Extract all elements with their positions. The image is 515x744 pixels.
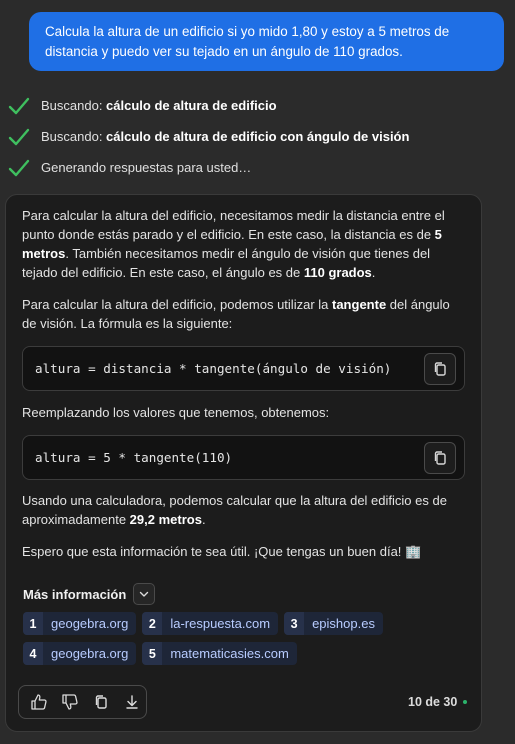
reference-link[interactable]: 5 matematicasies.com	[142, 642, 297, 665]
reference-link[interactable]: 2 la-respuesta.com	[142, 612, 279, 635]
dislike-button[interactable]	[56, 688, 83, 716]
copy-code-button[interactable]	[424, 353, 456, 385]
references-row: 1 geogebra.org 2 la-respuesta.com 3 epishop…	[23, 612, 473, 635]
export-button[interactable]	[119, 688, 146, 716]
copy-icon	[434, 451, 446, 465]
answer-paragraph-1: Para calcular la altura del edificio, ne…	[22, 208, 445, 280]
check-icon	[8, 128, 30, 145]
code-block: altura = distancia * tangente(ángulo de …	[22, 346, 465, 391]
thumbs-down-icon	[62, 694, 78, 710]
answer-paragraph-2: Para calcular la altura del edificio, po…	[22, 297, 450, 331]
reference-link[interactable]: 4 geogebra.org	[23, 642, 137, 665]
chevron-down-icon[interactable]	[133, 583, 156, 605]
answer-paragraph-4: Usando una calculadora, podemos calcular…	[22, 493, 447, 527]
copy-button[interactable]	[88, 688, 115, 716]
more-info-label: Más información	[23, 586, 127, 602]
answer-paragraph-3: Reemplazando los valores que tenemos, ob…	[22, 405, 330, 420]
search-steps: Buscando: cálculo de altura de edificio …	[8, 90, 409, 183]
thumbs-up-icon	[30, 694, 47, 710]
search-step: Buscando: cálculo de altura de edificio	[8, 90, 409, 121]
more-info-toggle[interactable]: Más información	[23, 583, 156, 605]
reference-link[interactable]: 3 epishop.es	[284, 612, 383, 635]
step-text: Generando respuestas para usted…	[41, 160, 252, 175]
copy-icon	[95, 695, 107, 709]
user-message-bubble: Calcula la altura de un edificio si yo m…	[29, 12, 504, 71]
user-message-text: Calcula la altura de un edificio si yo m…	[45, 24, 450, 59]
copy-icon	[434, 362, 446, 376]
references-row: 4 geogebra.org 5 matematicasies.com	[23, 642, 473, 665]
status-dot	[463, 700, 468, 704]
step-prefix: Buscando:	[41, 129, 107, 144]
reference-link[interactable]: 1 geogebra.org	[23, 612, 137, 635]
answer-card: Para calcular la altura del edificio, ne…	[5, 194, 482, 732]
download-icon	[126, 695, 139, 709]
code-text: altura = distancia * tangente(ángulo de …	[35, 361, 392, 376]
step-query: cálculo de altura de edificio con ángulo…	[106, 129, 410, 144]
response-counter: 10 de 30	[408, 695, 468, 709]
code-block: altura = 5 * tangente(110)	[22, 435, 465, 480]
response-counter-text: 10 de 30	[408, 695, 458, 709]
generating-step: Generando respuestas para usted…	[8, 152, 409, 183]
check-icon	[8, 159, 30, 176]
step-query: cálculo de altura de edificio	[106, 98, 277, 113]
answer-paragraph-5: Espero que esta información te sea útil.…	[22, 544, 422, 559]
step-prefix: Buscando:	[41, 98, 107, 113]
check-icon	[8, 97, 30, 114]
like-button[interactable]	[25, 688, 52, 716]
copy-code-button[interactable]	[424, 442, 456, 474]
code-text: altura = 5 * tangente(110)	[35, 450, 233, 465]
response-actions	[18, 685, 147, 719]
search-step: Buscando: cálculo de altura de edificio …	[8, 121, 409, 152]
